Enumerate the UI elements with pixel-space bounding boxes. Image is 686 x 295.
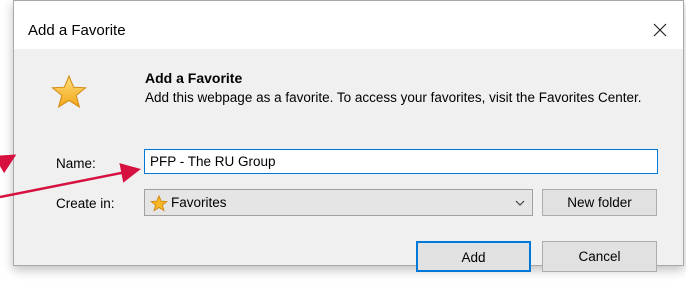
annotation-arrows — [0, 154, 141, 199]
annotation-arrow — [0, 163, 141, 199]
annotation-arrow — [0, 154, 17, 174]
